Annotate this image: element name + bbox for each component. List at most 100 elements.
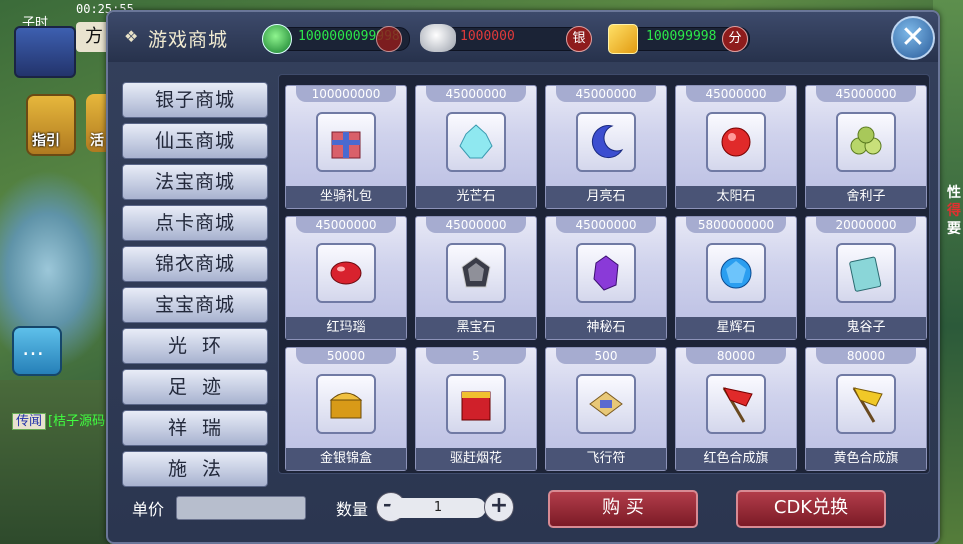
relic-icon	[836, 112, 896, 172]
category-costume-shop[interactable]: 锦衣商城	[122, 246, 268, 282]
category-treasure-shop[interactable]: 法宝商城	[122, 164, 268, 200]
book-icon	[836, 243, 896, 303]
increase-quantity-button[interactable]: +	[484, 492, 514, 522]
item-card[interactable]: 5800000000 星辉石	[675, 216, 797, 340]
item-price: 45000000	[296, 217, 396, 233]
category-jade-shop[interactable]: 仙玉商城	[122, 123, 268, 159]
jade-currency: 1000000099998	[262, 24, 412, 54]
category-silver-shop[interactable]: 银子商城	[122, 82, 268, 118]
item-price: 5800000000	[686, 217, 786, 233]
right-side-text-1: 性	[947, 185, 961, 201]
item-card[interactable]: 20000000 鬼谷子	[805, 216, 927, 340]
yellow-flag-icon	[836, 374, 896, 434]
plus-icon: +	[489, 493, 509, 518]
shop-window: ❖ 游戏商城 1000000099998 1000000 银 100099998…	[106, 10, 940, 544]
gift-box-icon	[316, 112, 376, 172]
item-grid: 100000000 坐骑礼包 45000000 光芒石 45000000 月亮石…	[278, 74, 930, 474]
moon-stone-icon	[576, 112, 636, 172]
shop-header: ❖ 游戏商城 1000000099998 1000000 银 100099998…	[108, 12, 938, 62]
category-spell[interactable]: 施 法	[122, 451, 268, 487]
item-price: 45000000	[816, 86, 916, 102]
sun-stone-icon	[706, 112, 766, 172]
category-auspicious[interactable]: 祥 瑞	[122, 410, 268, 446]
jade-icon	[262, 24, 292, 54]
close-icon: ✕	[900, 20, 926, 55]
item-card[interactable]: 5 驱赶烟花	[415, 347, 537, 471]
silver-currency: 1000000 银	[420, 24, 596, 52]
item-name: 驱赶烟花	[416, 448, 536, 470]
right-side-text-3: 要	[947, 221, 961, 237]
item-name: 黑宝石	[416, 317, 536, 339]
unit-price-label: 单价	[132, 500, 165, 519]
item-price: 100000000	[296, 86, 396, 102]
flight-charm-icon	[576, 374, 636, 434]
quantity-label: 数量	[336, 500, 369, 519]
item-card[interactable]: 45000000 太阳石	[675, 85, 797, 209]
item-name: 红色合成旗	[676, 448, 796, 470]
activity-button-label[interactable]: 活	[90, 130, 104, 150]
buy-button[interactable]: 购 买	[548, 490, 698, 528]
item-name: 神秘石	[546, 317, 666, 339]
item-card[interactable]: 100000000 坐骑礼包	[285, 85, 407, 209]
item-name: 月亮石	[546, 186, 666, 208]
silver-ingot-icon	[420, 24, 456, 52]
jade-unit-badge	[376, 26, 402, 52]
background-rock	[0, 380, 110, 544]
item-name: 舍利子	[806, 186, 926, 208]
red-agate-icon	[316, 243, 376, 303]
firework-icon	[446, 374, 506, 434]
rumor-text: [桔子源码	[48, 414, 106, 429]
item-card[interactable]: 50000 金银锦盒	[285, 347, 407, 471]
item-card[interactable]: 45000000 黑宝石	[415, 216, 537, 340]
category-card-point-shop[interactable]: 点卡商城	[122, 205, 268, 241]
item-name: 太阳石	[676, 186, 796, 208]
item-card[interactable]: 80000 红色合成旗	[675, 347, 797, 471]
item-name: 坐骑礼包	[286, 186, 406, 208]
category-footprint[interactable]: 足 迹	[122, 369, 268, 405]
item-name: 鬼谷子	[806, 317, 926, 339]
silver-amount: 1000000	[460, 29, 515, 44]
chat-button[interactable]: …	[12, 326, 62, 376]
card-point-currency: 100099998 分	[608, 24, 754, 54]
card-point-unit-badge: 分	[722, 26, 748, 52]
item-price: 20000000	[816, 217, 916, 233]
right-side-text-2: 得	[947, 203, 961, 219]
mystery-stone-icon	[576, 243, 636, 303]
item-price: 5	[426, 348, 526, 364]
item-name: 红玛瑙	[286, 317, 406, 339]
item-name: 光芒石	[416, 186, 536, 208]
item-price: 45000000	[556, 86, 656, 102]
item-price: 80000	[686, 348, 786, 364]
item-card[interactable]: 80000 黄色合成旗	[805, 347, 927, 471]
item-card[interactable]: 45000000 光芒石	[415, 85, 537, 209]
star-stone-icon	[706, 243, 766, 303]
card-point-icon	[608, 24, 638, 54]
close-button[interactable]: ✕	[891, 16, 935, 60]
item-card[interactable]: 45000000 红玛瑙	[285, 216, 407, 340]
guide-button-label[interactable]: 指引	[32, 130, 60, 150]
item-card[interactable]: 45000000 神秘石	[545, 216, 667, 340]
item-price: 45000000	[556, 217, 656, 233]
item-price: 500	[556, 348, 656, 364]
shop-title: 游戏商城	[148, 29, 229, 51]
unit-price-field	[176, 496, 306, 520]
treasure-chest-icon	[316, 374, 376, 434]
item-card[interactable]: 500 飞行符	[545, 347, 667, 471]
category-halo[interactable]: 光 环	[122, 328, 268, 364]
avatar[interactable]	[14, 26, 76, 78]
item-name: 黄色合成旗	[806, 448, 926, 470]
item-price: 45000000	[426, 217, 526, 233]
quantity-input[interactable]: 1	[390, 498, 486, 518]
chat-bubble-icon: …	[22, 336, 44, 361]
rumor-message: 传闻 [桔子源码	[12, 410, 106, 430]
cdk-redeem-button[interactable]: CDK兑换	[736, 490, 886, 528]
gift-icon: ❖	[124, 27, 139, 46]
silver-unit-badge: 银	[566, 26, 592, 52]
item-price: 80000	[816, 348, 916, 364]
item-name: 金银锦盒	[286, 448, 406, 470]
item-card[interactable]: 45000000 月亮石	[545, 85, 667, 209]
red-flag-icon	[706, 374, 766, 434]
crystal-icon	[446, 112, 506, 172]
item-card[interactable]: 45000000 舍利子	[805, 85, 927, 209]
category-pet-shop[interactable]: 宝宝商城	[122, 287, 268, 323]
